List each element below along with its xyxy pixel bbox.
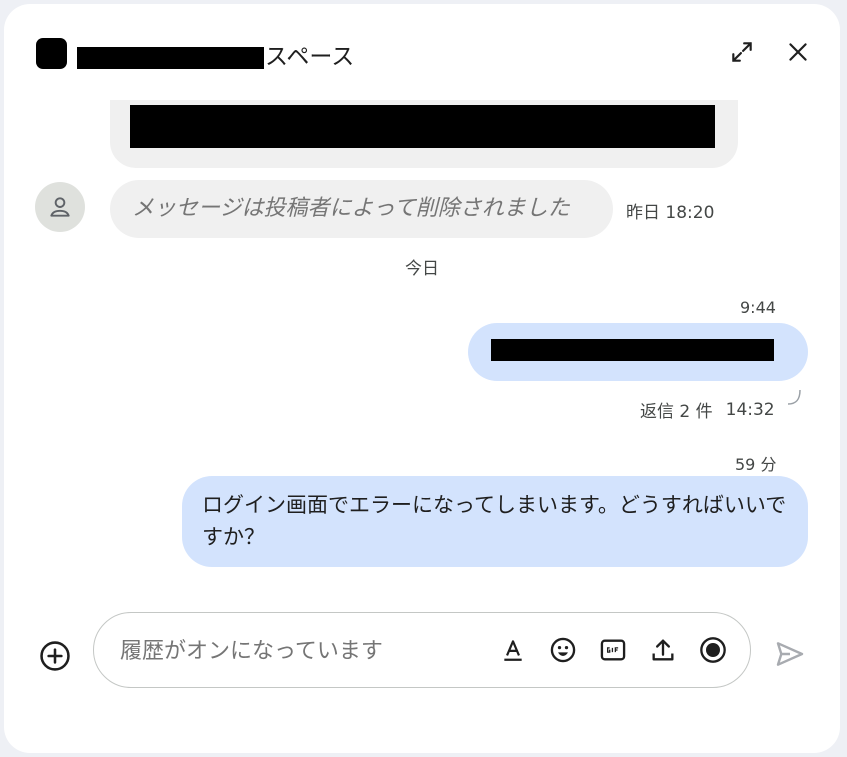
format-text-icon — [504, 640, 522, 661]
redacted-content — [130, 105, 715, 148]
space-avatar — [36, 38, 67, 69]
send-button[interactable] — [770, 634, 810, 674]
upload-button[interactable] — [647, 634, 679, 666]
gif-button[interactable] — [597, 634, 629, 666]
expand-button[interactable] — [724, 34, 760, 70]
deleted-message-bubble: メッセージは投稿者によって削除されました — [110, 180, 613, 238]
space-name-redacted — [77, 47, 264, 69]
outgoing-message-bubble[interactable] — [468, 323, 808, 381]
record-video-icon — [700, 637, 726, 663]
date-divider: 今日 — [405, 259, 439, 279]
person-icon — [50, 197, 70, 217]
thread-connector-icon — [787, 389, 801, 405]
thread-replies-link[interactable]: 返信 2 件 14:32 — [640, 397, 775, 423]
deleted-message-text: メッセージは投稿者によって削除されました — [132, 196, 570, 221]
add-circle-icon — [40, 641, 70, 671]
emoji-button[interactable] — [547, 634, 579, 666]
message-composer — [93, 612, 751, 688]
format-text-button[interactable] — [497, 634, 529, 666]
chat-window: スペース メッセージは投稿者によって削除されました 昨日 18:20 今日 9:… — [4, 4, 840, 753]
message-timestamp: 9:44 — [740, 298, 776, 317]
open-in-full-icon — [732, 42, 752, 62]
add-button[interactable] — [37, 638, 73, 674]
record-video-button[interactable] — [697, 634, 729, 666]
previous-message-card — [110, 100, 738, 168]
user-avatar[interactable] — [35, 182, 85, 232]
thread-reply-count: 返信 2 件 — [640, 402, 713, 422]
outgoing-message-bubble[interactable]: ログイン画面でエラーになってしまいます。どうすればいいですか？ — [182, 476, 808, 567]
send-icon — [776, 642, 804, 666]
space-title-suffix: スペース — [265, 44, 355, 70]
upload-icon — [652, 639, 674, 661]
redacted-content — [491, 339, 774, 361]
thread-last-reply-time: 14:32 — [725, 399, 775, 420]
close-icon — [789, 43, 807, 61]
gif-icon — [600, 639, 626, 661]
message-timestamp: 昨日 18:20 — [626, 203, 715, 223]
message-input[interactable] — [118, 633, 482, 669]
close-button[interactable] — [780, 34, 816, 70]
message-text: ログイン画面でエラーになってしまいます。どうすればいいですか？ — [202, 493, 787, 549]
message-timestamp: 59 分 — [735, 455, 777, 474]
emoji-icon — [550, 637, 576, 663]
